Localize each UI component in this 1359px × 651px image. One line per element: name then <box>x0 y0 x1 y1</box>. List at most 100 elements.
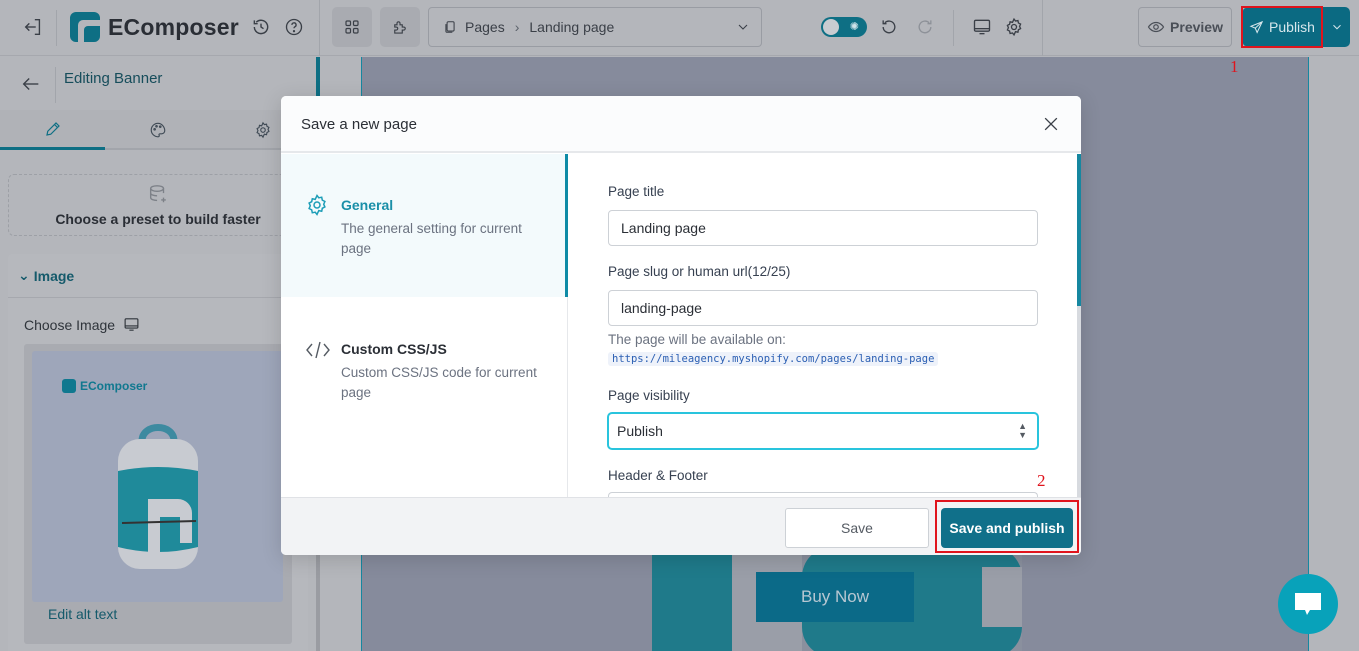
page-title-label: Page title <box>608 184 665 199</box>
nav-item-title: General <box>341 197 394 213</box>
publish-label: Publish <box>1269 19 1315 35</box>
publish-button[interactable]: Publish <box>1243 8 1321 46</box>
toggle-knob <box>823 19 839 35</box>
chat-support-button[interactable] <box>1278 574 1338 634</box>
chevron-down-icon <box>1332 24 1341 30</box>
choose-preset-button[interactable]: Choose a preset to build faster <box>8 174 308 236</box>
divider <box>55 67 56 103</box>
chat-icon <box>1295 593 1321 615</box>
puzzle-icon <box>394 21 406 34</box>
nav-item-title: Custom CSS/JS <box>341 341 447 357</box>
code-icon <box>305 340 331 365</box>
page-slug-input[interactable] <box>608 290 1038 326</box>
annotation-number: 2 <box>1037 471 1046 490</box>
breadcrumb-section: Pages <box>465 19 505 35</box>
page-title-input[interactable] <box>608 210 1038 246</box>
preset-label: Choose a preset to build faster <box>55 211 261 227</box>
annotation-number: 1 <box>1230 57 1239 76</box>
palette-icon <box>150 122 165 138</box>
page-url: https://mileagency.myshopify.com/pages/l… <box>608 352 939 366</box>
sun-icon: ✺ <box>849 21 859 33</box>
theme-toggle[interactable]: ✺ <box>821 17 867 37</box>
desktop-icon[interactable] <box>970 15 994 39</box>
nav-item-custom-css-js[interactable]: Custom CSS/JS Custom CSS/JS code for cur… <box>281 297 568 440</box>
image-picker[interactable]: EComposer Edit alt text <box>24 344 292 644</box>
page-visibility-select[interactable]: Publish ▲ ▼ <box>607 412 1039 450</box>
preview-brand-logo: EComposer <box>62 379 147 393</box>
logo-mark-icon <box>62 379 76 393</box>
chevron-down-icon <box>738 24 748 30</box>
pages-icon <box>445 21 455 33</box>
grid-icon <box>345 20 359 34</box>
divider <box>953 10 954 46</box>
gear-icon[interactable] <box>1002 15 1026 39</box>
image-preview[interactable]: EComposer <box>32 351 283 602</box>
dialog-title: Save a new page <box>301 116 417 133</box>
history-icon[interactable] <box>249 15 273 39</box>
divider <box>56 10 57 46</box>
save-button[interactable]: Save <box>785 508 929 548</box>
sidebar-title: Editing Banner <box>64 70 163 87</box>
buy-now-button[interactable]: Buy Now <box>756 572 914 622</box>
chevron-right-icon: › <box>514 19 520 35</box>
choose-image-label: Choose Image <box>24 316 140 333</box>
backpack-image <box>118 424 198 569</box>
app-logo: EComposer <box>70 12 239 42</box>
page-visibility-label: Page visibility <box>608 388 690 403</box>
page-slug-label: Page slug or human url(12/25) <box>608 264 791 279</box>
app-name: EComposer <box>108 13 239 40</box>
send-icon <box>1249 20 1264 34</box>
dialog-scrollbar[interactable] <box>1077 154 1081 497</box>
help-icon[interactable] <box>282 15 306 39</box>
save-and-publish-button[interactable]: Save and publish <box>941 508 1073 548</box>
top-toolbar: EComposer Pages › Landing page ✺ Preview <box>0 0 1359 56</box>
tab-content[interactable] <box>0 110 105 150</box>
exit-icon[interactable] <box>20 14 46 40</box>
availability-text: The page will be available on: <box>608 332 786 347</box>
database-add-icon <box>147 183 169 210</box>
canvas-margin <box>1310 57 1359 651</box>
preview-brand-text: EComposer <box>80 379 148 393</box>
save-page-dialog: Save a new page General The general sett… <box>281 96 1081 555</box>
page-selector[interactable]: Pages › Landing page <box>428 7 762 47</box>
pencil-icon <box>45 121 60 136</box>
elements-grid-button[interactable] <box>332 7 372 47</box>
nav-item-description: The general setting for current page <box>341 221 522 256</box>
publish-options-dropdown[interactable] <box>1323 7 1350 47</box>
back-arrow-icon[interactable] <box>20 73 42 100</box>
gear-icon <box>255 121 270 139</box>
extensions-button[interactable] <box>380 7 420 47</box>
select-arrows-icon: ▲ ▼ <box>1018 421 1027 440</box>
nav-item-description: Custom CSS/JS code for current page <box>341 365 537 400</box>
choose-image-text: Choose Image <box>24 316 116 333</box>
left-sidebar: Editing Banner Choose a preset to build … <box>0 57 316 651</box>
image-section-heading: Image <box>33 267 75 284</box>
dialog-nav: General The general setting for current … <box>281 154 568 497</box>
dialog-header: Save a new page <box>281 96 1081 153</box>
sidebar-tabs <box>0 110 316 150</box>
desktop-icon <box>124 318 139 331</box>
preview-button[interactable]: Preview <box>1138 7 1232 47</box>
chevron-down-icon: ⌄ <box>18 267 30 283</box>
header-footer-label: Header & Footer <box>608 468 708 483</box>
logo-mark-icon <box>70 12 100 42</box>
eye-icon <box>1147 21 1165 33</box>
undo-icon[interactable] <box>877 15 901 39</box>
breadcrumb-page: Landing page <box>529 19 615 35</box>
image-section-toggle[interactable]: ⌄ Image <box>8 254 308 298</box>
sidebar-header: Editing Banner <box>0 57 316 110</box>
page-visibility-value: Publish <box>617 423 663 439</box>
image-section: ⌄ Image Choose Image EComposer Edit alt … <box>8 254 308 651</box>
divider <box>1042 0 1043 56</box>
gear-icon <box>305 193 329 222</box>
dialog-form: Page title Page slug or human url(12/25)… <box>569 154 1081 497</box>
edit-alt-text-link[interactable]: Edit alt text <box>48 606 117 622</box>
redo-icon[interactable] <box>913 15 937 39</box>
tab-design[interactable] <box>105 110 210 150</box>
scrollbar-thumb[interactable] <box>1077 154 1081 306</box>
preview-label: Preview <box>1170 19 1223 35</box>
close-icon[interactable] <box>1041 114 1061 139</box>
divider <box>319 0 320 56</box>
dialog-footer: Save Save and publish <box>281 497 1081 555</box>
nav-item-general[interactable]: General The general setting for current … <box>281 154 568 297</box>
